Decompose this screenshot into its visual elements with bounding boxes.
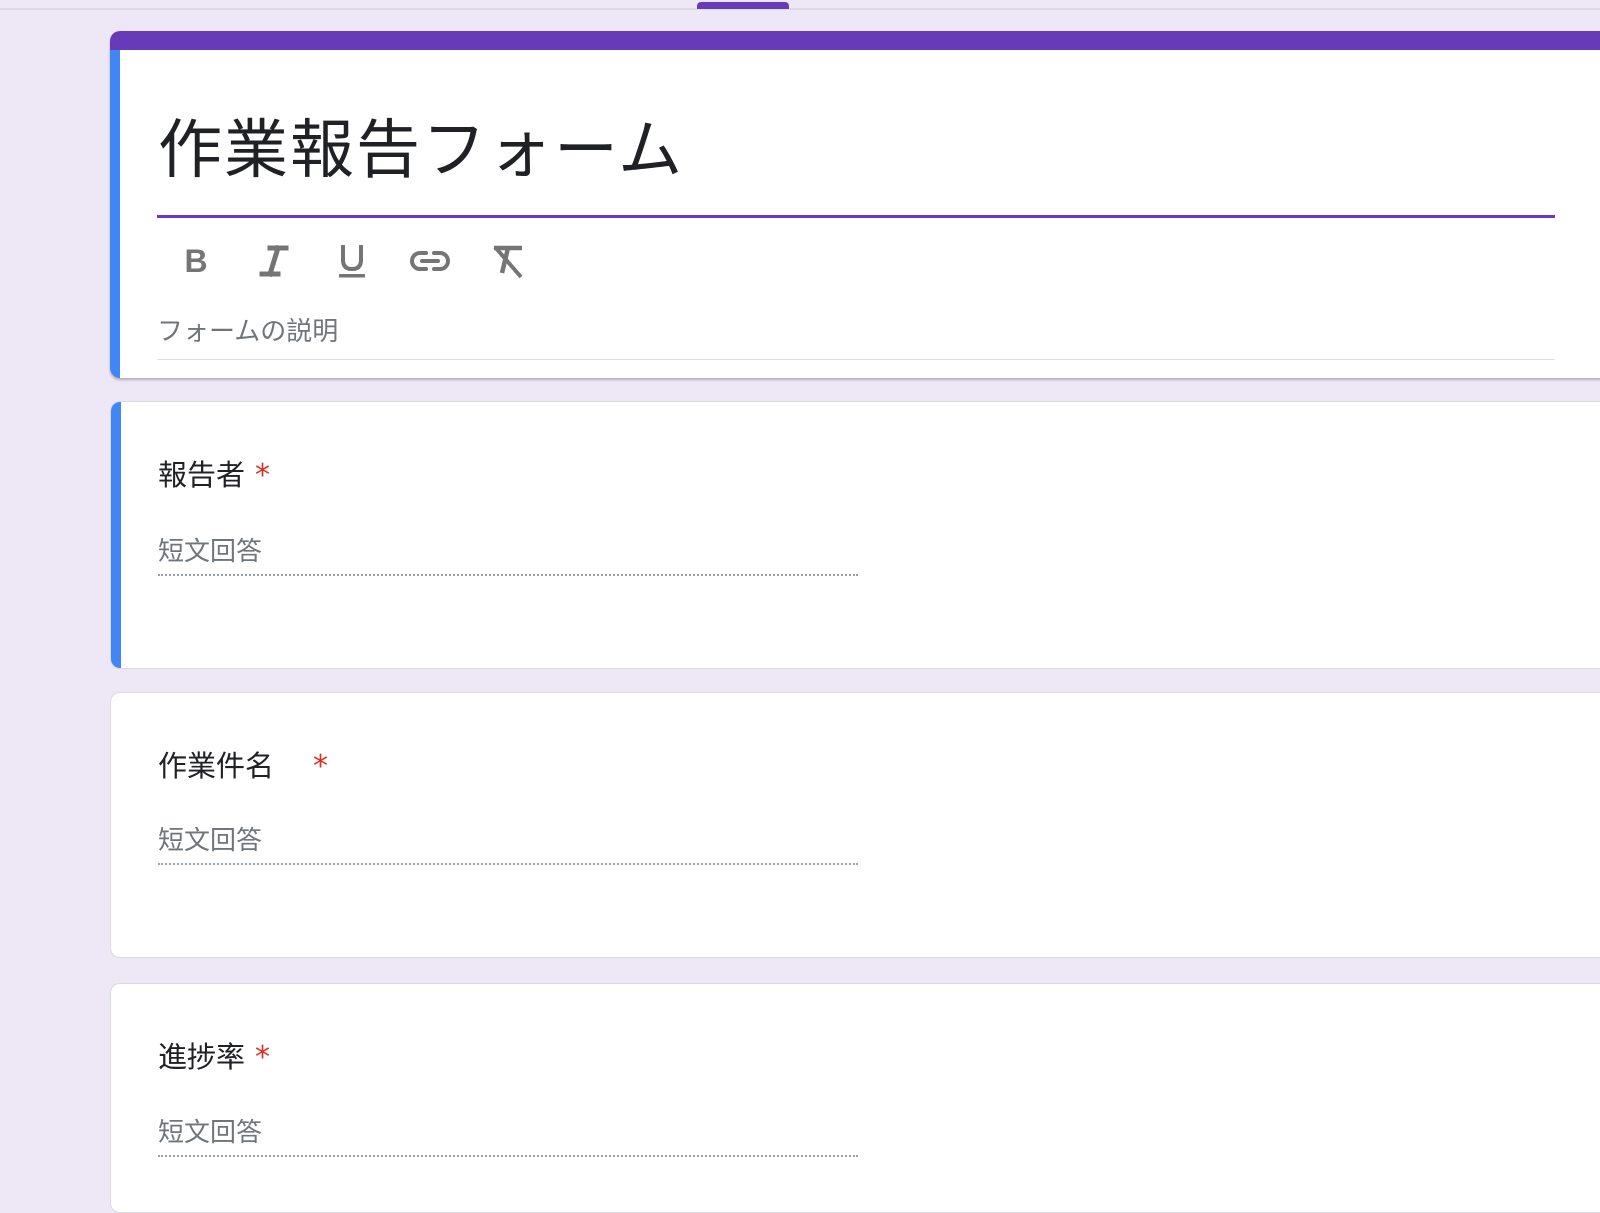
underline-icon: [339, 245, 365, 278]
required-asterisk: *: [313, 749, 329, 784]
text-format-toolbar: B: [165, 236, 539, 286]
question-title: 進捗率 *: [158, 1034, 270, 1076]
question-title-text: 進捗率: [158, 1040, 246, 1074]
clear-formatting-button[interactable]: [477, 236, 539, 286]
active-tab-indicator: [697, 2, 789, 9]
link-icon: [410, 251, 450, 271]
link-button[interactable]: [399, 236, 461, 286]
clear-format-icon: [493, 245, 523, 279]
short-answer-field[interactable]: 短文回答: [158, 1117, 858, 1157]
question-card-progress-rate[interactable]: 進捗率 * 短文回答: [110, 983, 1600, 1213]
bold-icon: B: [184, 244, 207, 278]
top-strip: [0, 0, 1600, 10]
required-asterisk: *: [255, 458, 271, 493]
theme-color-band: [110, 31, 1600, 50]
required-asterisk: *: [255, 1040, 271, 1075]
question-title: 報告者 *: [158, 452, 270, 494]
italic-icon: [259, 244, 289, 278]
form-title[interactable]: 作業報告フォーム: [158, 119, 684, 183]
question-card-reporter[interactable]: 報告者 * 短文回答: [110, 401, 1600, 669]
short-answer-field[interactable]: 短文回答: [158, 536, 858, 576]
short-answer-field[interactable]: 短文回答: [158, 825, 858, 865]
question-title-text: 作業件名: [158, 749, 304, 783]
question-title-text: 報告者: [158, 458, 246, 492]
svg-text:B: B: [184, 244, 207, 278]
bold-button[interactable]: B: [165, 236, 227, 286]
question-title: 作業件名 *: [158, 743, 328, 785]
title-underline: [157, 215, 1555, 218]
form-description-input[interactable]: フォームの説明: [157, 316, 1555, 360]
form-title-card[interactable]: 作業報告フォーム B フォームの説明: [110, 31, 1600, 378]
italic-button[interactable]: [243, 236, 305, 286]
question-card-task-name[interactable]: 作業件名 * 短文回答: [110, 692, 1600, 958]
underline-button[interactable]: [321, 236, 383, 286]
